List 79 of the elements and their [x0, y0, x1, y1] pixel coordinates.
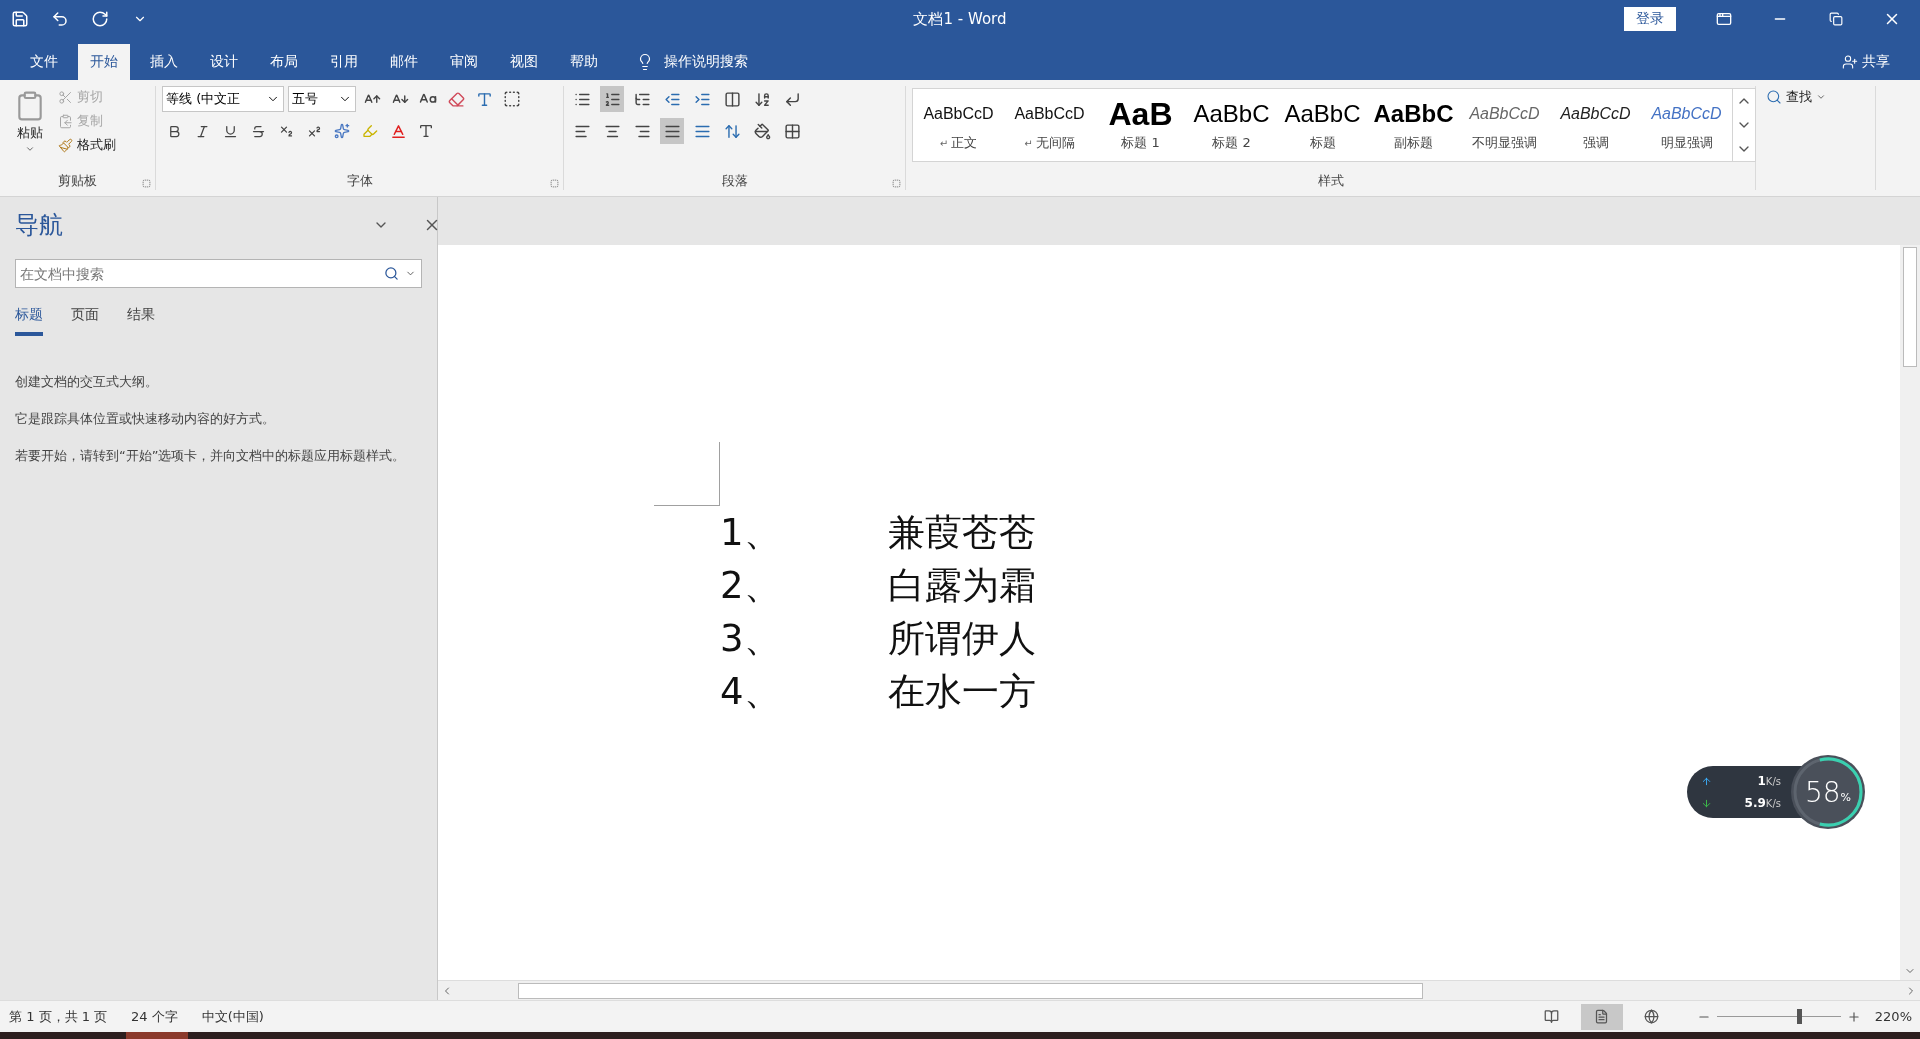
- paintbrush-icon: [58, 137, 73, 153]
- ribbon-tab[interactable]: 帮助: [558, 44, 610, 80]
- pane-tab[interactable]: 标题: [15, 306, 43, 336]
- ribbon-tab[interactable]: 布局: [258, 44, 310, 80]
- style-item[interactable]: AaB 标题 1: [1095, 89, 1186, 161]
- pane-tab[interactable]: 结果: [127, 306, 155, 336]
- dialog-launcher-icon[interactable]: [142, 179, 151, 188]
- font-name-dropdown[interactable]: 等线 (中文正: [162, 86, 284, 112]
- style-item[interactable]: AaBbC 副标题: [1368, 89, 1459, 161]
- scissors-icon: [58, 89, 73, 105]
- style-item[interactable]: AaBbCcD ↵ 正文: [913, 89, 1004, 161]
- page-count: 第 1 页，共 1 页: [9, 1007, 108, 1026]
- format-painter-button[interactable]: 格式刷: [54, 134, 120, 156]
- ribbon-tab[interactable]: 开始: [78, 44, 130, 80]
- list-number: 3、: [720, 615, 782, 662]
- margin-corner-mark: [654, 442, 720, 506]
- style-item[interactable]: AaBbC 标题: [1277, 89, 1368, 161]
- usage-percent: 58: [1804, 775, 1841, 809]
- style-item[interactable]: AaBbCcD 强调: [1550, 89, 1641, 161]
- ribbon-tab[interactable]: 引用: [318, 44, 370, 80]
- search-field[interactable]: 在文档中搜索: [15, 259, 422, 288]
- find-button[interactable]: 查找: [1762, 86, 1830, 108]
- style-item[interactable]: AaBbCcD ↵ 无间隔: [1004, 89, 1095, 161]
- upload-icon: [1701, 775, 1712, 787]
- dialog-launcher-icon[interactable]: [892, 179, 901, 188]
- caret-icon: [1816, 92, 1826, 102]
- ribbon-tab[interactable]: 视图: [498, 44, 550, 80]
- paste-button[interactable]: 粘贴: [6, 86, 54, 172]
- style-item[interactable]: AaBbCcD 明显强调: [1641, 89, 1732, 161]
- window-title: 文档1 - Word: [913, 9, 1007, 29]
- copy-icon: [58, 113, 73, 129]
- pane-tab[interactable]: 页面: [71, 306, 99, 336]
- style-item[interactable]: AaBbC 标题 2: [1186, 89, 1277, 161]
- help-text: 若要开始，请转到“开始”选项卡，并向文档中的标题应用标题样式。: [15, 447, 407, 465]
- list-text: 兼葭苍苍: [888, 509, 1036, 556]
- list-text: 在水一方: [888, 668, 1036, 715]
- percent-sign: %: [1840, 790, 1852, 804]
- view-icon[interactable]: [1580, 1003, 1623, 1030]
- numbering-icon[interactable]: [600, 86, 624, 112]
- group-label: 段落: [721, 172, 748, 190]
- ribbon-tab[interactable]: 邮件: [378, 44, 430, 80]
- list-number: 4、: [720, 668, 782, 715]
- language-status: 中文(中国): [201, 1007, 264, 1026]
- horizontal-scrollbar[interactable]: [438, 980, 1920, 1000]
- sign-in-button[interactable]: 登录: [1624, 7, 1676, 31]
- group-label: 字体: [346, 172, 373, 190]
- ribbon-tab[interactable]: 审阅: [438, 44, 490, 80]
- vertical-scrollbar[interactable]: [1900, 245, 1920, 980]
- word-count: 24 个字: [131, 1007, 178, 1026]
- style-item[interactable]: AaBbCcD 不明显强调: [1459, 89, 1550, 161]
- ribbon-tab[interactable]: 文件: [18, 44, 70, 80]
- justify-icon[interactable]: [660, 118, 684, 144]
- ribbon-tab[interactable]: 设计: [198, 44, 250, 80]
- caret-icon: [25, 144, 35, 154]
- download-icon: [1701, 797, 1712, 809]
- dialog-launcher-icon[interactable]: [550, 179, 559, 188]
- ribbon-tab[interactable]: 插入: [138, 44, 190, 80]
- scroll-thumb[interactable]: [1903, 247, 1917, 367]
- list-number: 1、: [720, 509, 782, 556]
- group-label: 样式: [1317, 172, 1344, 190]
- user-icon: [1842, 54, 1858, 70]
- help-text: 它是跟踪具体位置或快速移动内容的好方式。: [15, 410, 276, 428]
- search-icon: [1766, 89, 1782, 105]
- list-number: 2、: [720, 562, 782, 609]
- share-button[interactable]: 共享: [1836, 44, 1896, 80]
- upload-speed: 1K/s: [1757, 774, 1781, 788]
- download-speed: 5.9K/s: [1744, 796, 1781, 810]
- help-text: 创建文档的交互式大纲。: [15, 373, 159, 391]
- zoom-in-icon[interactable]: [1846, 1009, 1861, 1024]
- pane-title: 导航: [15, 210, 63, 241]
- list-text: 白露为霜: [888, 562, 1036, 609]
- zoom-level: 220%: [1874, 1009, 1912, 1024]
- search-icon[interactable]: [384, 266, 399, 281]
- list-text: 所谓伊人: [888, 615, 1036, 662]
- taskbar-item: [126, 1032, 188, 1039]
- group-label: 剪贴板: [58, 172, 97, 190]
- tell-me-search[interactable]: 操作说明搜索: [630, 44, 754, 80]
- font-size-dropdown[interactable]: 五号: [288, 86, 356, 112]
- scroll-thumb[interactable]: [518, 982, 1423, 999]
